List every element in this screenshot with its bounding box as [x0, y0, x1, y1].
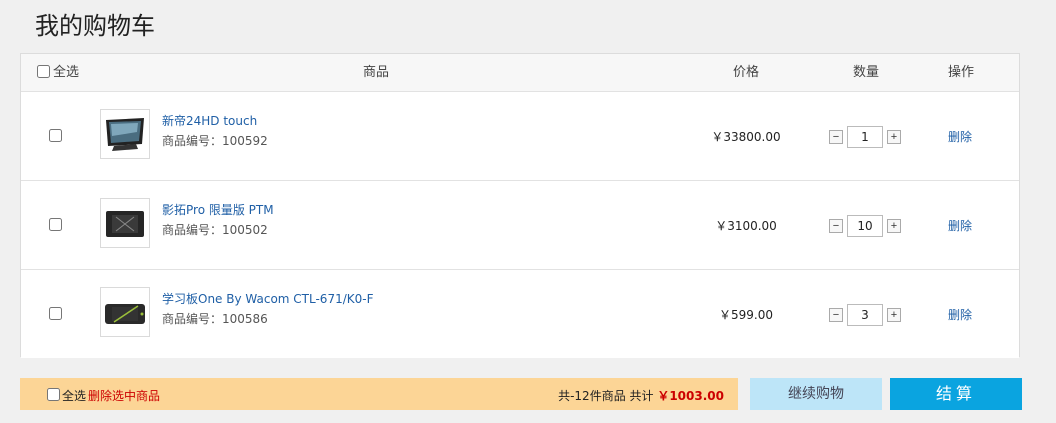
- header-price: 价格: [732, 65, 759, 80]
- row-checkbox[interactable]: [49, 218, 62, 231]
- product-thumbnail[interactable]: [100, 198, 150, 248]
- delete-link[interactable]: 删除: [948, 217, 972, 234]
- continue-shopping-button[interactable]: 继续购物: [750, 378, 882, 410]
- tablet-display-icon: [106, 118, 144, 151]
- drawing-tablet-icon: [105, 304, 145, 324]
- quantity-input[interactable]: [847, 126, 883, 148]
- pen-tablet-icon: [106, 211, 144, 237]
- checkout-button[interactable]: 结算: [890, 378, 1022, 410]
- quantity-input[interactable]: [847, 304, 883, 326]
- header-operation: 操作: [947, 65, 974, 80]
- total-price: ￥1003.00: [657, 389, 724, 403]
- delete-link[interactable]: 删除: [948, 306, 972, 323]
- summary-text: 共-12件商品 共计: [558, 389, 658, 403]
- quantity-decrease-button[interactable]: −: [829, 308, 843, 322]
- product-price: ￥33800.00: [711, 130, 781, 144]
- quantity-stepper: − +: [829, 126, 901, 148]
- header-select-all: 全选: [37, 54, 79, 91]
- cart-footer: 全选 删除选中商品 共-12件商品 共计 ￥1003.00: [20, 378, 738, 410]
- cart-summary: 共-12件商品 共计 ￥1003.00: [558, 387, 724, 404]
- header-quantity: 数量: [852, 65, 879, 80]
- row-checkbox[interactable]: [49, 129, 62, 142]
- product-sku: 商品编号：100586: [162, 312, 268, 326]
- product-name-link[interactable]: 学习板One By Wacom CTL-671/K0-F: [162, 290, 374, 307]
- product-sku: 商品编号：100592: [162, 134, 268, 148]
- header-product: 商品: [362, 65, 389, 80]
- table-row: 影拓Pro 限量版 PTM 商品编号：100502 ￥3100.00 − + 删…: [21, 181, 1019, 270]
- product-price: ￥599.00: [719, 308, 773, 322]
- quantity-decrease-button[interactable]: −: [829, 219, 843, 233]
- product-sku: 商品编号：100502: [162, 223, 268, 237]
- quantity-increase-button[interactable]: +: [887, 130, 901, 144]
- table-row: 学习板One By Wacom CTL-671/K0-F 商品编号：100586…: [21, 270, 1019, 358]
- delete-link[interactable]: 删除: [948, 128, 972, 145]
- select-all-checkbox[interactable]: [37, 65, 50, 78]
- row-checkbox[interactable]: [49, 307, 62, 320]
- table-row: 新帝24HD touch 商品编号：100592 ￥33800.00 − + 删…: [21, 92, 1019, 181]
- footer-select-all-checkbox[interactable]: [47, 388, 60, 401]
- footer-select-all-label: 全选: [62, 389, 87, 403]
- product-thumbnail[interactable]: [100, 109, 150, 159]
- quantity-stepper: − +: [829, 215, 901, 237]
- quantity-increase-button[interactable]: +: [887, 219, 901, 233]
- quantity-decrease-button[interactable]: −: [829, 130, 843, 144]
- quantity-input[interactable]: [847, 215, 883, 237]
- product-name-link[interactable]: 新帝24HD touch: [162, 112, 257, 129]
- quantity-increase-button[interactable]: +: [887, 308, 901, 322]
- cart-table: 全选 商品 价格 数量 操作 新帝24HD touch 商品编号：100592 …: [20, 53, 1020, 358]
- table-header: 全选 商品 价格 数量 操作: [21, 54, 1019, 92]
- quantity-stepper: − +: [829, 304, 901, 326]
- select-all-label: 全选: [53, 65, 80, 80]
- delete-selected-link[interactable]: 删除选中商品: [88, 387, 160, 404]
- product-name-link[interactable]: 影拓Pro 限量版 PTM: [162, 201, 274, 218]
- product-thumbnail[interactable]: [100, 287, 150, 337]
- product-price: ￥3100.00: [715, 219, 777, 233]
- page-title: 我的购物车: [35, 12, 155, 40]
